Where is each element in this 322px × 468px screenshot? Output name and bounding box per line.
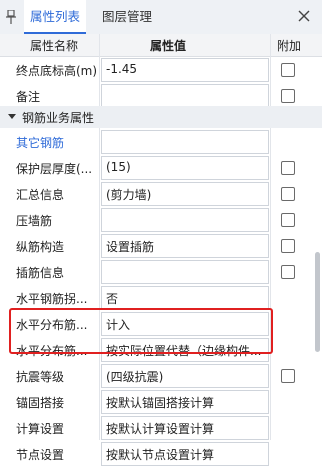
property-row[interactable]: 纵筋构造 设置插筋: [0, 234, 322, 260]
group-label: 钢筋业务属性: [22, 111, 95, 125]
property-value-field[interactable]: [101, 130, 269, 154]
property-row[interactable]: 计算设置 按默认计算设置计算: [0, 416, 322, 442]
property-name: 插筋信息: [16, 266, 65, 280]
header-value: 属性值: [150, 39, 187, 53]
attach-checkbox[interactable]: [281, 369, 295, 383]
property-value-field[interactable]: [101, 208, 269, 232]
header-name: 属性名称: [30, 39, 79, 53]
property-row[interactable]: 保护层厚度(... (15): [0, 156, 322, 182]
property-name[interactable]: 其它钢筋: [16, 134, 64, 151]
property-value-field[interactable]: 否: [101, 286, 269, 310]
scrollbar-thumb[interactable]: [315, 252, 320, 352]
property-value-field[interactable]: -1.45: [101, 58, 269, 82]
close-icon[interactable]: [298, 10, 310, 22]
property-row[interactable]: 汇总信息 (剪力墙): [0, 182, 322, 208]
property-row[interactable]: 节点设置 按默认节点设置计算: [0, 442, 322, 468]
group-header-rebar[interactable]: 钢筋业务属性: [0, 106, 322, 128]
property-row[interactable]: 锚固搭接 按默认锚固搭接计算: [0, 390, 322, 416]
property-row[interactable]: 压墙筋: [0, 208, 322, 234]
property-value-field[interactable]: (四级抗震): [101, 364, 269, 388]
property-name: 纵筋构造: [16, 240, 65, 254]
attach-checkbox[interactable]: [281, 187, 295, 201]
attach-checkbox[interactable]: [281, 213, 295, 227]
property-name: 节点设置: [16, 448, 65, 462]
property-value-field[interactable]: 按默认锚固搭接计算: [101, 390, 269, 414]
highlight-box: [9, 308, 273, 354]
tab-property-list[interactable]: 属性列表: [24, 0, 86, 34]
property-name: 计算设置: [16, 422, 65, 436]
property-row[interactable]: 插筋信息: [0, 260, 322, 286]
property-name: 终点底标高(m): [16, 64, 98, 78]
property-name: 锚固搭接: [16, 396, 65, 410]
property-name: 水平钢筋拐...: [16, 292, 88, 306]
property-row[interactable]: 其它钢筋: [0, 130, 322, 156]
property-name: 压墙筋: [16, 214, 53, 228]
property-row[interactable]: 终点底标高(m) -1.45: [0, 58, 322, 84]
attach-checkbox[interactable]: [281, 161, 295, 175]
property-name: 抗震等级: [16, 370, 65, 384]
panel-tab-bar: 属性列表 图层管理: [0, 0, 322, 35]
property-value-field[interactable]: [101, 84, 269, 108]
property-value-field[interactable]: (15): [101, 156, 269, 180]
tab-layer-management[interactable]: 图层管理: [102, 0, 152, 34]
property-value-field[interactable]: 按默认计算设置计算: [101, 416, 269, 440]
attach-checkbox[interactable]: [281, 265, 295, 279]
attach-checkbox[interactable]: [281, 239, 295, 253]
property-value-field[interactable]: [101, 260, 269, 284]
attach-checkbox[interactable]: [281, 89, 295, 103]
property-name: 汇总信息: [16, 188, 65, 202]
table-header: 属性名称 属性值 附加: [0, 34, 322, 57]
property-name: 保护层厚度(...: [16, 162, 93, 176]
property-name: 备注: [16, 90, 41, 104]
property-row[interactable]: 抗震等级 (四级抗震): [0, 364, 322, 390]
pin-icon[interactable]: [6, 10, 16, 24]
property-value-field[interactable]: (剪力墙): [101, 182, 269, 206]
property-value-field[interactable]: 按默认节点设置计算: [101, 442, 269, 466]
collapse-triangle-icon[interactable]: [8, 114, 16, 119]
attach-checkbox[interactable]: [281, 63, 295, 77]
header-attach: 附加: [277, 39, 302, 53]
property-value-field[interactable]: 设置插筋: [101, 234, 269, 258]
